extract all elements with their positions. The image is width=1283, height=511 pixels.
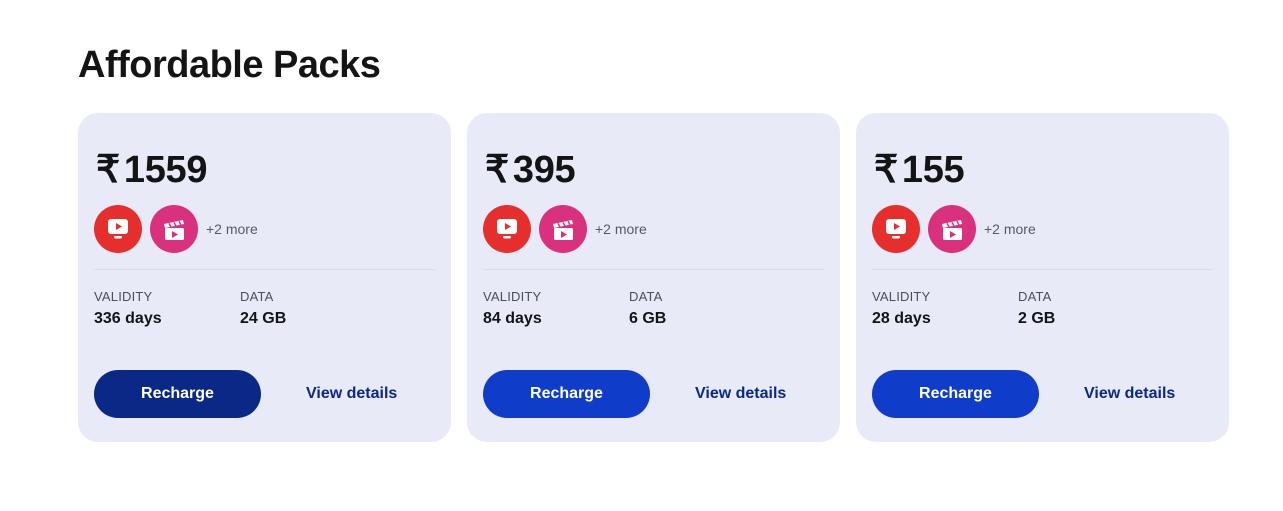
tv-play-icon: [872, 205, 920, 253]
section-title: Affordable Packs: [78, 44, 381, 86]
pack-price: ₹ 1559: [96, 147, 208, 192]
view-details-link[interactable]: View details: [695, 385, 786, 403]
validity-value: 336 days: [94, 310, 162, 327]
data-value: 2 GB: [1018, 310, 1056, 327]
data-value: 6 GB: [629, 310, 667, 327]
pack-card: ₹ 155 +2 more VALIDITY 28 days DATA 2 GB…: [856, 113, 1229, 442]
validity-value: 28 days: [872, 310, 931, 327]
validity-info: VALIDITY 336 days: [94, 289, 162, 328]
tv-play-icon: [94, 205, 142, 253]
tv-play-icon: [483, 205, 531, 253]
pack-card: ₹ 1559 +2 more VALIDITY 336 days DATA 24…: [78, 113, 451, 442]
data-info: DATA 2 GB: [1018, 289, 1055, 328]
ott-benefits: +2 more: [872, 205, 1036, 253]
recharge-button[interactable]: Recharge: [94, 370, 261, 418]
validity-label: VALIDITY: [872, 289, 931, 304]
ott-benefits: +2 more: [94, 205, 258, 253]
currency-symbol: ₹: [485, 149, 509, 191]
cinema-clapper-icon: [539, 205, 587, 253]
validity-label: VALIDITY: [94, 289, 153, 304]
more-benefits-count: +2 more: [984, 221, 1036, 237]
pack-price: ₹ 155: [874, 147, 965, 192]
price-amount: 1559: [123, 149, 208, 191]
more-benefits-count: +2 more: [595, 221, 647, 237]
recharge-button[interactable]: Recharge: [872, 370, 1039, 418]
divider: [94, 269, 435, 270]
data-label: DATA: [629, 289, 663, 304]
view-details-link[interactable]: View details: [306, 385, 397, 403]
validity-value: 84 days: [483, 310, 542, 327]
data-label: DATA: [1018, 289, 1052, 304]
pack-price: ₹ 395: [485, 147, 576, 192]
packs-list: ₹ 1559 +2 more VALIDITY 336 days DATA 24…: [78, 113, 1229, 442]
currency-symbol: ₹: [874, 149, 898, 191]
cinema-clapper-icon: [150, 205, 198, 253]
validity-info: VALIDITY 28 days: [872, 289, 931, 328]
more-benefits-count: +2 more: [206, 221, 258, 237]
cinema-clapper-icon: [928, 205, 976, 253]
validity-info: VALIDITY 84 days: [483, 289, 542, 328]
ott-benefits: +2 more: [483, 205, 647, 253]
currency-symbol: ₹: [96, 149, 120, 191]
data-value: 24 GB: [240, 310, 287, 327]
price-amount: 155: [901, 149, 965, 191]
recharge-button[interactable]: Recharge: [483, 370, 650, 418]
pack-card: ₹ 395 +2 more VALIDITY 84 days DATA 6 GB…: [467, 113, 840, 442]
data-info: DATA 24 GB: [240, 289, 286, 328]
price-amount: 395: [512, 149, 576, 191]
data-info: DATA 6 GB: [629, 289, 666, 328]
validity-label: VALIDITY: [483, 289, 542, 304]
divider: [872, 269, 1213, 270]
view-details-link[interactable]: View details: [1084, 385, 1175, 403]
divider: [483, 269, 824, 270]
data-label: DATA: [240, 289, 274, 304]
